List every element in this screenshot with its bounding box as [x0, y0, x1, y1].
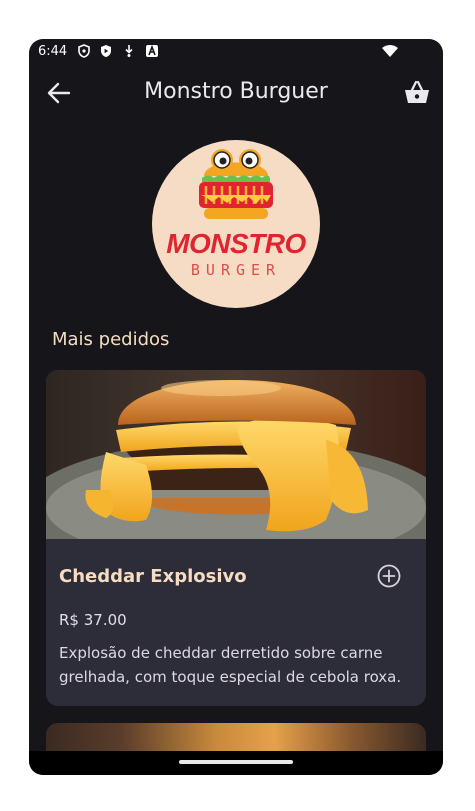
product-card[interactable]: Cheddar Explosivo R$ 37.00 Explosão de c… [46, 370, 426, 706]
app-bar: Monstro Burguer [29, 65, 443, 121]
product-name: Cheddar Explosivo [59, 566, 247, 587]
status-bar: 6:44 [29, 39, 443, 65]
logo-subtitle: BURGER [190, 261, 282, 279]
navigation-bar [29, 751, 443, 775]
shield-icon [78, 44, 90, 58]
product-image [46, 370, 426, 539]
a-badge-icon [146, 44, 158, 57]
burger-monster-icon [199, 149, 273, 219]
product-description: Explosão de cheddar derretido sobre carn… [59, 644, 402, 686]
product-price: R$ 37.00 [59, 611, 127, 629]
restaurant-logo: MONSTRO BURGER [152, 140, 320, 308]
page-title: Monstro Burguer [144, 79, 328, 104]
logo-wordmark: MONSTRO [166, 228, 306, 259]
home-indicator[interactable] [179, 760, 293, 764]
status-time: 6:44 [38, 44, 68, 59]
add-circle-icon[interactable] [376, 563, 402, 589]
basket-icon[interactable] [403, 79, 431, 107]
section-title: Mais pedidos [52, 329, 170, 350]
download-icon [125, 45, 133, 57]
play-protect-icon [101, 45, 111, 57]
phone-screen: 6:44 Monstro Burguer MONSTRO BURGER Mais… [29, 39, 443, 775]
wifi-icon [382, 45, 398, 57]
